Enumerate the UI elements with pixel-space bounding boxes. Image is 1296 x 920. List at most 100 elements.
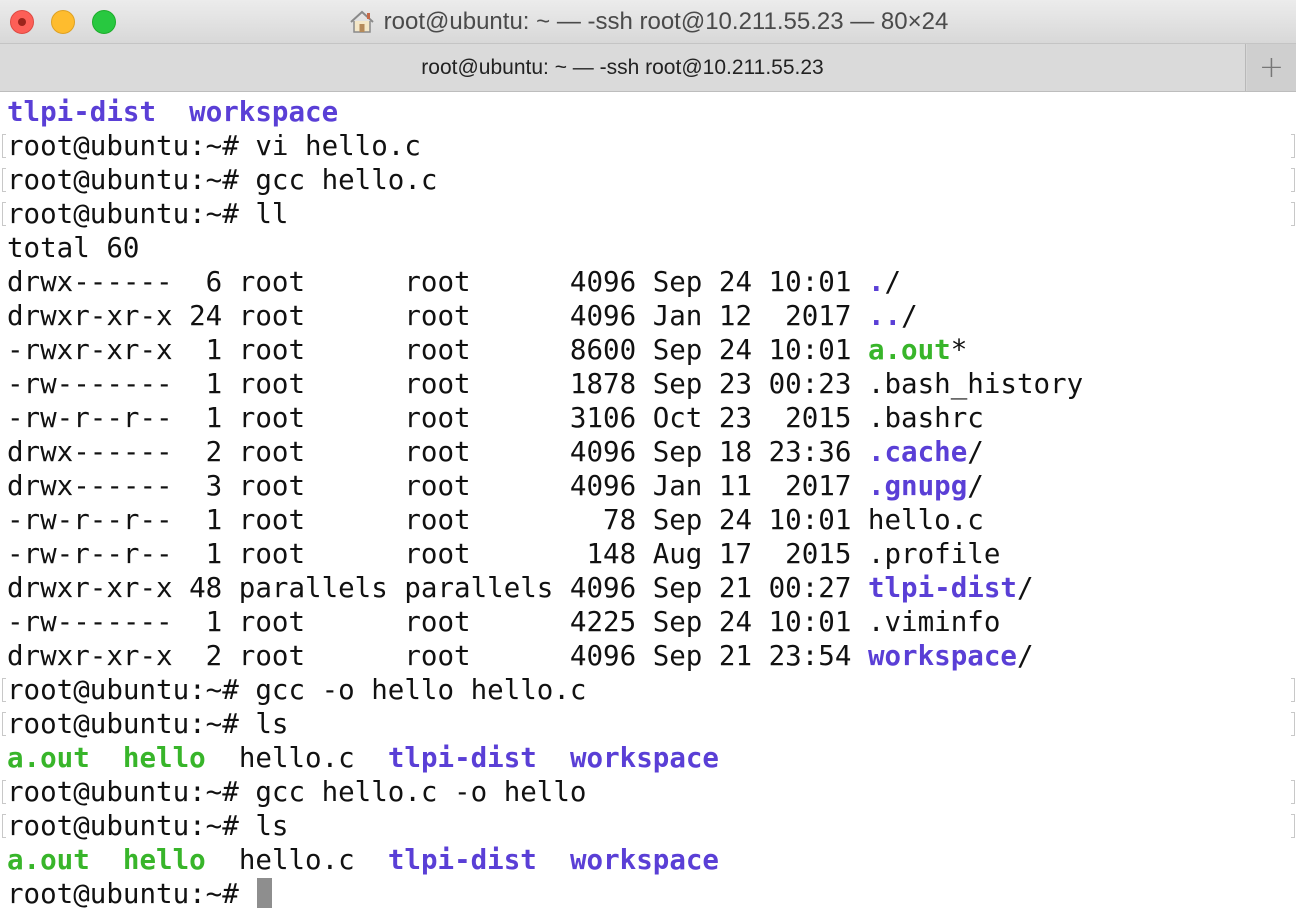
terminal-line: a.out hello hello.c tlpi-dist workspace <box>7 843 1296 877</box>
text-cursor <box>257 878 273 908</box>
terminal-line: drwxr-xr-x 2 root root 4096 Sep 21 23:54… <box>7 639 1296 673</box>
mark-bracket-right <box>1291 134 1295 158</box>
terminal-text: hello.c <box>205 742 388 774</box>
terminal-text: root@ubuntu:~# gcc -o hello hello.c <box>7 674 587 706</box>
executable-name: hello <box>122 844 206 876</box>
terminal-line: root@ubuntu:~# vi hello.c <box>2 129 1296 163</box>
terminal-text: drwx------ 2 root root 4096 Sep 18 23:36 <box>7 436 868 468</box>
terminal-line: drwx------ 2 root root 4096 Sep 18 23:36… <box>7 435 1296 469</box>
directory-name: .. <box>867 300 902 332</box>
mark-bracket-left <box>2 712 6 736</box>
mark-bracket-right <box>1291 814 1295 838</box>
terminal-line: total 60 <box>7 231 1296 265</box>
terminal-text: / <box>967 436 984 468</box>
terminal-text: drwx------ 3 root root 4096 Jan 11 2017 <box>7 470 868 502</box>
terminal-output[interactable]: tlpi-dist workspace root@ubuntu:~# vi hel… <box>0 95 1296 920</box>
terminal-line: -rw-r--r-- 1 root root 78 Sep 24 10:01 h… <box>7 503 1296 537</box>
terminal-text: * <box>950 334 968 366</box>
terminal-text: -rw------- 1 root root 1878 Sep 23 00:23… <box>7 368 1084 400</box>
terminal-text: drwxr-xr-x 2 root root 4096 Sep 21 23:54 <box>7 640 868 672</box>
terminal-text: / <box>967 470 984 502</box>
directory-name: tlpi-dist <box>387 742 537 774</box>
mark-bracket-right <box>1291 202 1295 226</box>
mark-bracket-left <box>2 780 6 804</box>
terminal-line: -rwxr-xr-x 1 root root 8600 Sep 24 10:01… <box>7 333 1296 367</box>
directory-name: tlpi-dist <box>867 572 1017 604</box>
mark-bracket-right <box>1291 712 1295 736</box>
directory-name: workspace <box>189 96 339 128</box>
directory-name: . <box>867 266 885 298</box>
window-title: root@ubuntu: ~ — -ssh root@10.211.55.23 … <box>383 8 949 35</box>
directory-name: tlpi-dist <box>387 844 537 876</box>
terminal-text: drwx------ 6 root root 4096 Sep 24 10:01 <box>7 266 868 298</box>
terminal-line: tlpi-dist workspace <box>7 95 1296 129</box>
mark-bracket-left <box>2 168 6 192</box>
terminal-text: -rwxr-xr-x 1 root root 8600 Sep 24 10:01 <box>7 334 868 366</box>
terminal-text: root@ubuntu:~# <box>7 878 256 910</box>
terminal-text: -rw-r--r-- 1 root root 3106 Oct 23 2015 … <box>7 402 984 434</box>
mark-bracket-left <box>2 678 6 702</box>
terminal-line: drwx------ 3 root root 4096 Jan 11 2017 … <box>7 469 1296 503</box>
mark-bracket-left <box>2 202 6 226</box>
tab-ssh-session[interactable]: root@ubuntu: ~ — -ssh root@10.211.55.23 <box>0 44 1246 91</box>
tab-bar: root@ubuntu: ~ — -ssh root@10.211.55.23 … <box>0 44 1296 92</box>
directory-name: .cache <box>867 436 968 468</box>
directory-name: workspace <box>569 742 719 774</box>
terminal-window: root@ubuntu: ~ — -ssh root@10.211.55.23 … <box>0 0 1296 920</box>
terminal-text: -rw-r--r-- 1 root root 148 Aug 17 2015 .… <box>7 538 1001 570</box>
mark-bracket-left <box>2 134 6 158</box>
mark-bracket-right <box>1291 678 1295 702</box>
new-tab-button[interactable]: + <box>1247 44 1296 91</box>
terminal-text: root@ubuntu:~# gcc hello.c <box>7 164 438 196</box>
executable-name: a.out <box>7 742 90 774</box>
terminal-text: hello.c <box>205 844 388 876</box>
terminal-line: root@ubuntu:~# gcc -o hello hello.c <box>2 673 1296 707</box>
executable-name: hello <box>122 742 206 774</box>
home-icon <box>349 10 374 33</box>
terminal-text: -rw-r--r-- 1 root root 78 Sep 24 10:01 h… <box>7 504 984 536</box>
terminal-line: drwx------ 6 root root 4096 Sep 24 10:01… <box>7 265 1296 299</box>
terminal-text: drwxr-xr-x 48 parallels parallels 4096 S… <box>7 572 868 604</box>
terminal-text: root@ubuntu:~# ls <box>7 810 289 842</box>
terminal-line: -rw------- 1 root root 1878 Sep 23 00:23… <box>7 367 1296 401</box>
mark-bracket-left <box>2 814 6 838</box>
terminal-text: / <box>1016 640 1034 672</box>
executable-name: a.out <box>867 334 951 366</box>
terminal-line: drwxr-xr-x 48 parallels parallels 4096 S… <box>7 571 1296 605</box>
terminal-text: drwxr-xr-x 24 root root 4096 Jan 12 2017 <box>7 300 868 332</box>
terminal-line: root@ubuntu:~# ls <box>2 707 1296 741</box>
terminal-line: root@ubuntu:~# gcc hello.c <box>2 163 1296 197</box>
terminal-text: / <box>901 300 918 332</box>
terminal-text: root@ubuntu:~# ll <box>7 198 289 230</box>
terminal-line: a.out hello hello.c tlpi-dist workspace <box>7 741 1296 775</box>
terminal-text: / <box>884 266 902 298</box>
terminal-text: root@ubuntu:~# gcc hello.c -o hello <box>7 776 587 808</box>
directory-name: tlpi-dist <box>7 96 157 128</box>
directory-name: workspace <box>867 640 1017 672</box>
terminal-text: root@ubuntu:~# vi hello.c <box>7 130 421 162</box>
mark-bracket-right <box>1291 168 1295 192</box>
title-bar[interactable]: root@ubuntu: ~ — -ssh root@10.211.55.23 … <box>0 0 1296 44</box>
terminal-text: -rw------- 1 root root 4225 Sep 24 10:01… <box>7 606 1001 638</box>
terminal-line: root@ubuntu:~# ls <box>2 809 1296 843</box>
directory-name: .gnupg <box>867 470 968 502</box>
terminal-text: total 60 <box>7 232 140 264</box>
terminal-line: drwxr-xr-x 24 root root 4096 Jan 12 2017… <box>7 299 1296 333</box>
window-title-area: root@ubuntu: ~ — -ssh root@10.211.55.23 … <box>0 0 1296 44</box>
terminal-line: root@ubuntu:~# ll <box>2 197 1296 231</box>
terminal-text: root@ubuntu:~# ls <box>7 708 289 740</box>
directory-name: workspace <box>569 844 719 876</box>
terminal-line: root@ubuntu:~# <box>7 877 1296 911</box>
terminal-line: root@ubuntu:~# gcc hello.c -o hello <box>2 775 1296 809</box>
terminal-line: -rw-r--r-- 1 root root 148 Aug 17 2015 .… <box>7 537 1296 571</box>
executable-name: a.out <box>7 844 90 876</box>
mark-bracket-right <box>1291 780 1295 804</box>
terminal-line: -rw------- 1 root root 4225 Sep 24 10:01… <box>7 605 1296 639</box>
terminal-text: / <box>1016 572 1034 604</box>
terminal-line: -rw-r--r-- 1 root root 3106 Oct 23 2015 … <box>7 401 1296 435</box>
